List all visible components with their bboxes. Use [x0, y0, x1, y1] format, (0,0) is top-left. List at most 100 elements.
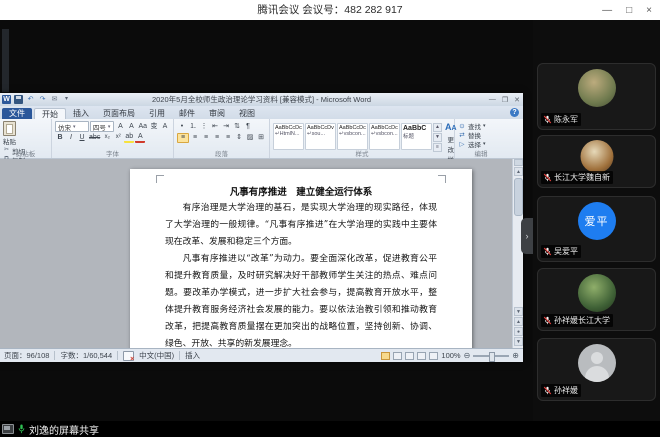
word-restore-icon[interactable]: ❐ [502, 96, 508, 104]
ribbon-button[interactable]: ≡ [212, 133, 222, 142]
tab-文件[interactable]: 文件 [2, 108, 32, 119]
style-card-2[interactable]: AaBbCcDc↵vsbcon... [337, 123, 368, 150]
gallery-down-icon[interactable]: ▼ [433, 133, 442, 142]
document-page[interactable]: 凡事有序推进 建立健全运行体系 有序治理是大学治理的基石，是实现大学治理的现实路… [130, 169, 472, 348]
ribbon-button[interactable]: ≡ [201, 133, 211, 142]
outline-view-icon[interactable] [417, 352, 426, 360]
tab-视图[interactable]: 视图 [232, 108, 262, 119]
scrollbar-thumb[interactable] [514, 178, 523, 216]
fullscreen-view-icon[interactable] [393, 352, 402, 360]
participant-tile[interactable]: 孙祥媛 [537, 338, 656, 401]
draft-view-icon[interactable] [429, 352, 438, 360]
ribbon-button[interactable]: ≡ [190, 133, 200, 142]
font-name-select[interactable]: 仿宋▾ [55, 121, 89, 132]
close-icon[interactable]: × [646, 5, 652, 16]
ribbon-button[interactable]: A [115, 122, 125, 131]
word-minimize-icon[interactable]: — [489, 96, 496, 103]
print-layout-view-icon[interactable] [381, 352, 390, 360]
spellcheck-icon[interactable] [123, 351, 134, 361]
ribbon-button[interactable]: A [135, 132, 145, 143]
browse-prev-icon[interactable]: ▲ [514, 317, 523, 326]
minimize-icon[interactable]: — [602, 5, 612, 16]
ribbon-button[interactable]: ab [124, 132, 134, 143]
browse-object-icon[interactable]: ● [514, 327, 523, 336]
ribbon-button[interactable]: x₂ [102, 133, 112, 142]
paste-button[interactable]: 粘贴 [3, 121, 16, 146]
document-canvas[interactable]: 凡事有序推进 建立健全运行体系 有序治理是大学治理的基石，是实现大学治理的现实路… [0, 159, 523, 348]
ribbon-button[interactable]: • [177, 122, 187, 131]
tab-邮件[interactable]: 邮件 [172, 108, 202, 119]
browse-next-icon[interactable]: ▼ [514, 337, 523, 346]
ribbon-button[interactable]: ⒈ [188, 122, 198, 131]
ribbon-button[interactable]: ⇤ [210, 122, 220, 131]
tab-审阅[interactable]: 审阅 [202, 108, 232, 119]
participant-tile[interactable]: 长江大学魏自新 [537, 135, 656, 188]
select-icon: ▷ [458, 140, 466, 148]
microphone-muted-icon [543, 247, 552, 256]
insert-mode[interactable]: 插入 [185, 350, 200, 361]
participant-name: 吴爱平 [554, 246, 578, 257]
chevron-down-icon: ▾ [108, 124, 111, 130]
ribbon-button[interactable]: ⋮ [199, 122, 209, 131]
ribbon-button[interactable]: ⇕ [234, 133, 244, 142]
ribbon-button[interactable]: ⊞ [256, 133, 266, 142]
ribbon-button[interactable]: ≡ [177, 133, 189, 143]
paste-icon [3, 121, 16, 136]
microphone-muted-icon [543, 173, 552, 182]
word-close-icon[interactable]: ✕ [514, 96, 520, 104]
ribbon-button[interactable]: x² [113, 133, 123, 142]
ribbon-tab-strip: 文件开始插入页面布局引用邮件审阅视图 [0, 106, 523, 119]
scroll-up-icon[interactable]: ▲ [514, 167, 523, 176]
doc-paragraph: 有序治理是大学治理的基石，是实现大学治理的现实路径，体现了大学治理的一般规律。“… [165, 200, 437, 251]
font-size-select[interactable]: 四号▾ [90, 121, 115, 132]
split-handle[interactable] [514, 159, 523, 166]
ribbon-button[interactable]: ≡ [223, 133, 233, 142]
style-card-1[interactable]: AaBbCcDv↵sou... [305, 123, 336, 150]
zoom-slider-thumb[interactable] [489, 352, 495, 362]
tab-开始[interactable]: 开始 [34, 108, 66, 119]
microphone-muted-icon [543, 386, 552, 395]
ribbon-button[interactable]: A [126, 122, 136, 131]
participant-tile[interactable]: 陈永军 [537, 63, 656, 130]
ribbon-button[interactable]: A [160, 122, 170, 131]
zoom-level[interactable]: 100% [441, 351, 460, 360]
sharing-bar: 刘逸的屏幕共享 [0, 421, 660, 437]
vertical-scrollbar[interactable]: ▲ ▼ ▲ ● ▼ [512, 159, 523, 348]
participant-tile[interactable]: 孙祥媛长江大学 [537, 268, 656, 331]
ribbon-button[interactable]: ▨ [245, 133, 255, 142]
maximize-icon[interactable]: □ [626, 5, 632, 16]
ribbon-group-font: 仿宋▾ 四号▾ AAAa变A BIUabcx₂x²abA 字体 [52, 119, 174, 158]
zoom-out-icon[interactable]: ⊖ [464, 351, 471, 360]
replace-button[interactable]: ⇄替换 [458, 130, 504, 139]
tab-插入[interactable]: 插入 [66, 108, 96, 119]
ribbon-button[interactable]: abc [88, 133, 101, 142]
ribbon-button[interactable]: ⇅ [232, 122, 242, 131]
style-card-0[interactable]: AaBbCcDc↵HtmlN... [273, 123, 304, 150]
tab-引用[interactable]: 引用 [142, 108, 172, 119]
ribbon-button[interactable]: Aa [137, 122, 148, 131]
ribbon-button[interactable]: I [66, 133, 76, 142]
tab-页面布局[interactable]: 页面布局 [96, 108, 142, 119]
scroll-down-icon[interactable]: ▼ [514, 307, 523, 316]
select-button[interactable]: ▷选择▾ [458, 139, 504, 148]
language-indicator[interactable]: 中文(中国) [139, 350, 174, 361]
participant-tile[interactable]: 爱平吴爱平 [537, 196, 656, 262]
find-button[interactable]: ⊙查找▾ [458, 121, 504, 130]
gallery-up-icon[interactable]: ▲ [433, 123, 442, 132]
crop-mark [156, 175, 164, 183]
style-card-4[interactable]: AaBbC标题 [401, 123, 432, 150]
ribbon-button[interactable]: ¶ [243, 122, 253, 131]
ribbon-button[interactable]: U [77, 133, 87, 142]
word-count[interactable]: 字数：1/60,544 [60, 350, 112, 361]
ribbon-button[interactable]: 变 [149, 122, 159, 131]
ribbon-button[interactable]: B [55, 133, 65, 142]
paragraph-row2-buttons: ≡≡≡≡≡⇕▨⊞ [177, 132, 266, 143]
zoom-slider[interactable] [473, 355, 509, 357]
web-layout-view-icon[interactable] [405, 352, 414, 360]
page-indicator[interactable]: 页面：96/108 [4, 350, 49, 361]
style-card-3[interactable]: AaBbCcDc↵vsbcon... [369, 123, 400, 150]
zoom-in-icon[interactable]: ⊕ [512, 351, 519, 360]
ribbon-button[interactable]: ⇥ [221, 122, 231, 131]
sidebar-collapse-button[interactable]: › [521, 218, 533, 254]
help-icon[interactable]: ? [510, 108, 519, 117]
